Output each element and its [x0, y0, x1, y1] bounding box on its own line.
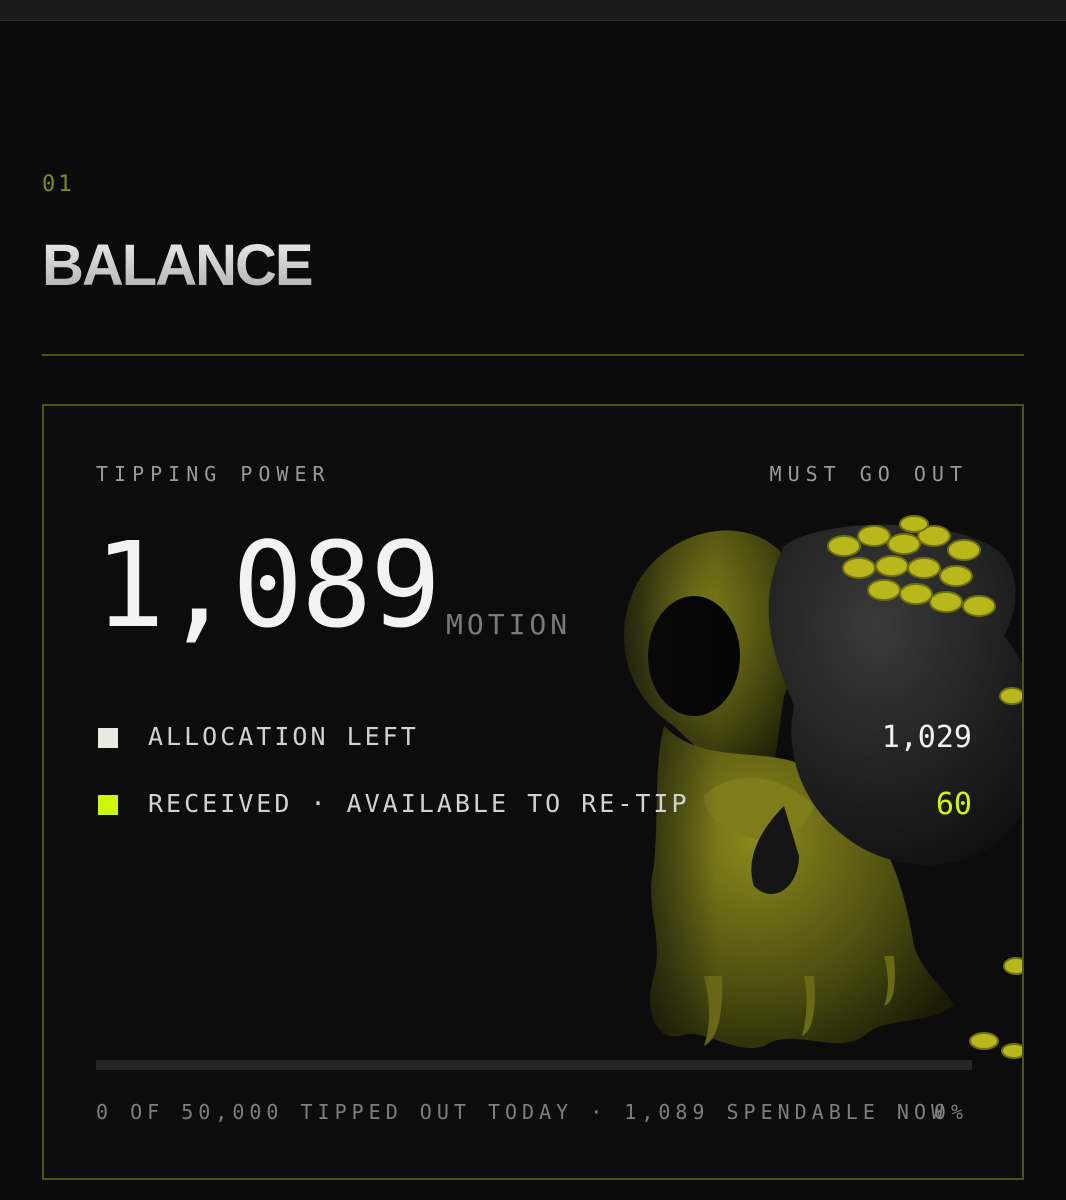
tipping-power-label: TIPPING POWER [96, 462, 331, 486]
must-go-out-label: MUST GO OUT [769, 462, 968, 486]
balance-card: TIPPING POWER MUST GO OUT 1,089 MOTION A… [42, 404, 1024, 1180]
top-bar [0, 0, 1066, 20]
allocation-left-label: ALLOCATION LEFT [148, 722, 419, 751]
received-label: RECEIVED · AVAILABLE TO RE-TIP [148, 789, 690, 818]
section-divider [42, 354, 1024, 356]
hooded-figure-with-coin-sack-icon [584, 506, 1022, 1066]
section-index: 01 [42, 172, 75, 197]
allocation-left-row: ALLOCATION LEFT 1,029 [96, 720, 972, 755]
page-title: BALANCE [42, 233, 314, 298]
received-swatch [98, 795, 118, 815]
top-bar-divider [0, 20, 1066, 21]
tipped-out-percent: 0% [933, 1100, 968, 1124]
balance-unit: MOTION [446, 608, 572, 641]
tipped-progress-bar [96, 1060, 972, 1070]
tipped-out-summary: 0 OF 50,000 TIPPED OUT TODAY · 1,089 SPE… [96, 1100, 949, 1124]
allocation-left-value: 1,029 [881, 720, 972, 755]
balance-value: 1,089 [94, 516, 441, 654]
received-value: 60 [935, 787, 972, 822]
allocation-swatch [98, 728, 118, 748]
received-row: RECEIVED · AVAILABLE TO RE-TIP 60 [96, 787, 972, 822]
